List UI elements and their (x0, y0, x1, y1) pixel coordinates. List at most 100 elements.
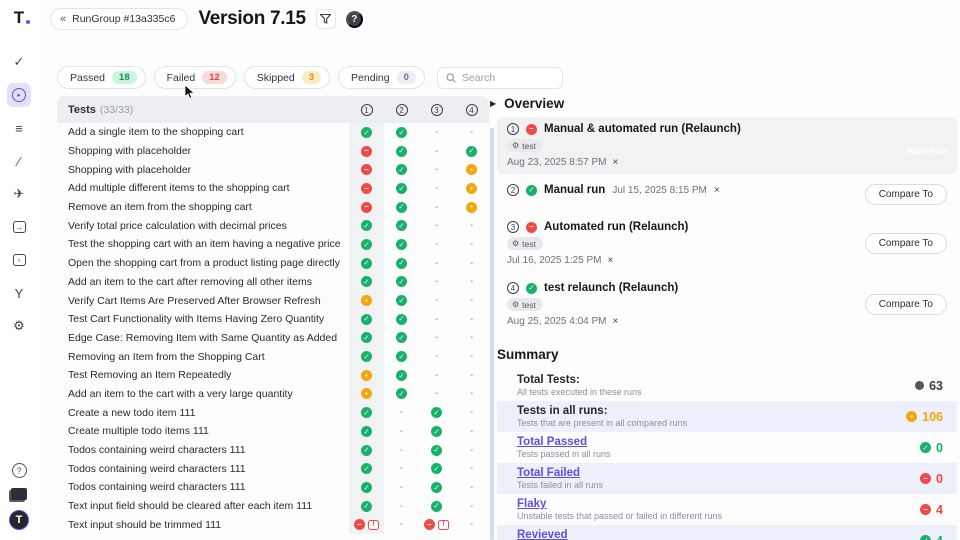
test-name: Todos containing weird characters 111 (68, 444, 349, 456)
run-column-header[interactable]: 1 (349, 104, 384, 116)
sidebar-item-import-run-icon[interactable]: → (7, 215, 31, 239)
table-row[interactable]: Removing an Item from the Shopping Cart✓… (57, 347, 489, 366)
summary-value: 63 (915, 379, 943, 393)
summary-row-left: Total Tests:All tests executed in these … (517, 374, 915, 397)
sidebar-item-checklist-icon[interactable]: ≡ (7, 116, 31, 140)
sidebar-item-branch-icon[interactable]: Y (7, 281, 31, 305)
filter-chip-failed[interactable]: Failed12 (154, 66, 236, 89)
table-row[interactable]: Verify Cart Items Are Preserved After Br… (57, 291, 489, 310)
remove-run-icon[interactable]: × (608, 255, 614, 266)
table-row[interactable]: Add an item to the cart after removing a… (57, 273, 489, 292)
table-row[interactable]: Create a new todo item 111✓-✓- (57, 403, 489, 422)
sidebar-item-gear-icon[interactable]: ⚙ (7, 314, 31, 338)
summary-row: Total PassedTests passed in all runs✓0 (497, 432, 957, 463)
table-row[interactable]: Todos containing weird characters 111✓-✓… (57, 459, 489, 478)
search-input[interactable] (462, 72, 554, 84)
pass-status-icon: ✓ (396, 295, 407, 306)
table-row[interactable]: Create multiple todo items 111✓-✓- (57, 422, 489, 441)
help-button[interactable]: ? (346, 11, 363, 28)
no-result-dash: - (470, 482, 473, 493)
table-row[interactable]: Todos containing weird characters 111✓-✓… (57, 478, 489, 497)
sidebar-item-check-icon[interactable]: ✓ (7, 50, 31, 74)
help-circle-icon[interactable]: ? (12, 463, 27, 478)
summary-value-number: 4 (936, 534, 943, 540)
table-row[interactable]: Add an item to the cart with a very larg… (57, 385, 489, 404)
pass-status-icon: ✓ (431, 501, 442, 512)
table-row[interactable]: Shopping with placeholder−✓-✓ (57, 142, 489, 161)
summary-link[interactable]: Total Passed (517, 436, 920, 448)
summary-link[interactable]: Flaky (517, 498, 920, 510)
run-tag-chip[interactable]: ⚙test (507, 237, 543, 250)
status-cell: - (384, 515, 419, 534)
status-cell: ✓ (384, 254, 419, 273)
user-avatar[interactable]: T (9, 510, 29, 530)
table-row[interactable]: Test the shopping cart with an item havi… (57, 235, 489, 254)
table-row[interactable]: Open the shopping cart from a product li… (57, 254, 489, 273)
table-row[interactable]: Edge Case: Removing Item with Same Quant… (57, 329, 489, 348)
table-row[interactable]: Add a single item to the shopping cart✓✓… (57, 123, 489, 142)
sidebar-item-image-icon[interactable]: ▫ (7, 248, 31, 272)
run-tag-chip[interactable]: ⚙test (507, 298, 543, 311)
table-row[interactable]: Shopping with placeholder−✓-• (57, 160, 489, 179)
remove-run-icon[interactable]: × (714, 185, 720, 196)
summary-row: Total Tests:All tests executed in these … (497, 370, 957, 401)
comment-icon[interactable]: ! (438, 520, 449, 530)
sidebar-item-wand-icon[interactable]: ∕ (7, 149, 31, 173)
run-item[interactable]: 1−Manual & automated run (Relaunch)⚙test… (497, 117, 957, 174)
no-result-dash: - (435, 276, 438, 287)
table-row[interactable]: Remove an item from the shopping cart−✓-… (57, 198, 489, 217)
summary-value-number: 0 (936, 472, 943, 486)
app-logo[interactable]: T (14, 8, 24, 28)
run-column-header[interactable]: 3 (419, 104, 454, 116)
summary-link[interactable]: Total Failed (517, 467, 920, 479)
collapse-triangle-icon[interactable]: ▶ (490, 99, 496, 108)
filter-chip-label: Skipped (257, 72, 295, 84)
table-row[interactable]: Test Cart Functionality with Items Havin… (57, 310, 489, 329)
status-cell: - (454, 459, 489, 478)
remove-run-icon[interactable]: × (613, 157, 619, 168)
tests-scrollbar-thumb[interactable] (490, 128, 494, 540)
sidebar-item-play-runs-icon[interactable]: ▸ (7, 83, 31, 107)
status-cell: • (349, 366, 384, 385)
pass-status-icon: ✓ (526, 283, 537, 294)
comment-icon[interactable]: ! (368, 520, 379, 530)
run-title-line: 3−Automated run (Relaunch) (507, 221, 865, 233)
docs-book-icon[interactable] (11, 488, 27, 500)
back-to-rungroup-button[interactable]: « RunGroup #13a335c6 (50, 8, 188, 30)
pass-status-icon: ✓ (396, 332, 407, 343)
sidebar-item-plane-icon[interactable]: ✈ (7, 182, 31, 206)
run-column-header[interactable]: 4 (454, 104, 489, 116)
run-tag-chip[interactable]: ⚙test (507, 139, 543, 152)
no-result-dash: - (400, 407, 403, 418)
table-row[interactable]: Add multiple different items to the shop… (57, 179, 489, 198)
run-column-header[interactable]: 2 (384, 104, 419, 116)
table-row[interactable]: Text input should be trimmed 111−!-−!- (57, 515, 489, 534)
filter-funnel-button[interactable] (316, 9, 336, 29)
compare-to-button[interactable]: Compare To (865, 184, 947, 205)
filter-chip-passed[interactable]: Passed18 (57, 66, 146, 89)
run-item-right: Main Run (907, 123, 948, 168)
compare-to-button[interactable]: Compare To (865, 233, 947, 254)
run-item[interactable]: 4✓test relaunch (Relaunch)⚙testAug 25, 2… (497, 276, 957, 333)
filter-chip-skipped[interactable]: Skipped3 (244, 66, 330, 89)
compare-to-button[interactable]: Compare To (865, 294, 947, 315)
tests-scrollbar-track[interactable] (490, 128, 494, 540)
search-box[interactable] (437, 67, 563, 89)
filter-chip-pending[interactable]: Pending0 (338, 66, 425, 89)
run-item[interactable]: 2✓Manual runJul 15, 2025 8:15 PM×Compare… (497, 178, 957, 211)
run-item[interactable]: 3−Automated run (Relaunch)⚙testJul 16, 2… (497, 215, 957, 272)
pass-status-icon: ✓ (361, 407, 372, 418)
fail-status-icon: − (354, 519, 365, 530)
summary-row: Tests in all runs:Tests that are present… (497, 401, 957, 432)
test-name: Verify total price calculation with deci… (68, 220, 349, 232)
status-cell: - (384, 403, 419, 422)
table-row[interactable]: Verify total price calculation with deci… (57, 216, 489, 235)
table-row[interactable]: Test Removing an Item Repeatedly•✓-- (57, 366, 489, 385)
table-row[interactable]: Text input field should be cleared after… (57, 497, 489, 516)
table-row[interactable]: Todos containing weird characters 111✓-✓… (57, 441, 489, 460)
summary-link[interactable]: Revieved (517, 529, 920, 540)
tag-label: test (522, 300, 536, 310)
remove-run-icon[interactable]: × (613, 316, 619, 327)
pass-status-icon: ✓ (396, 146, 407, 157)
no-result-dash: - (435, 314, 438, 325)
